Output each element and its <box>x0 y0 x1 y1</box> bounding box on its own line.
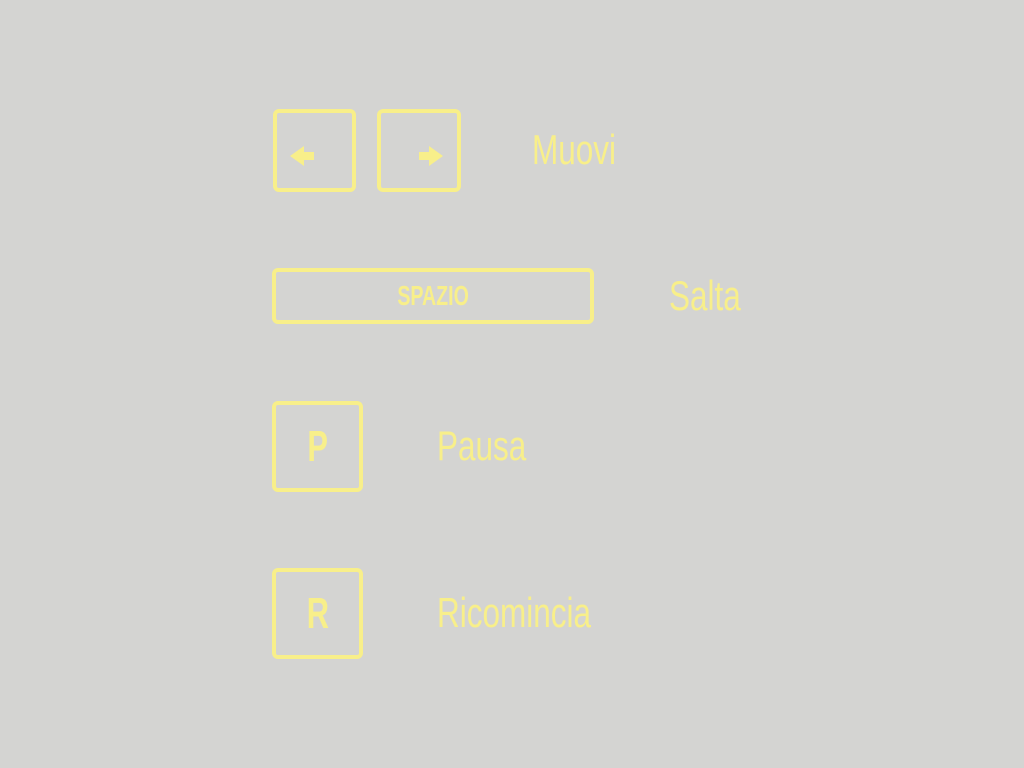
move-label: Muovi <box>532 126 617 173</box>
arrow-left-icon <box>290 146 314 166</box>
jump-label: Salta <box>669 272 741 319</box>
left-arrow-key <box>273 109 356 192</box>
space-key: SPAZIO <box>272 268 594 324</box>
p-key: P <box>272 401 363 492</box>
restart-label: Ricomincia <box>437 589 592 636</box>
space-key-label: SPAZIO <box>397 280 469 311</box>
right-arrow-key <box>377 109 461 192</box>
arrow-right-icon <box>419 146 443 166</box>
r-key: R <box>272 568 363 659</box>
r-key-label: R <box>306 588 329 638</box>
pause-label: Pausa <box>437 422 527 469</box>
p-key-label: P <box>307 421 328 471</box>
